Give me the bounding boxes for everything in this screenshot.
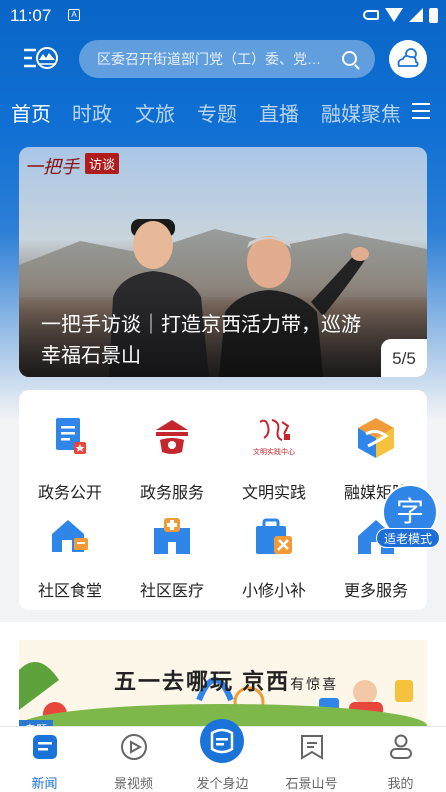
bookmark-icon xyxy=(301,735,323,760)
elderly-mode-label: 适老模式 xyxy=(376,528,440,548)
status-time: 11:07 xyxy=(10,6,52,25)
tab-live[interactable]: 直播 xyxy=(259,98,299,127)
service-gov-disclosure[interactable]: 政务公开 xyxy=(19,416,121,503)
service-community-canteen[interactable]: 社区食堂 xyxy=(19,514,121,601)
battery-icon xyxy=(429,7,438,23)
tab-home[interactable]: 首页 xyxy=(11,98,51,127)
signal-icon xyxy=(409,8,423,22)
notification-a-icon: A xyxy=(68,9,80,21)
bottom-navigation: 新闻 景视频 发个身边 石景山号 我的 xyxy=(0,719,446,792)
nav-label: 景视频 xyxy=(113,776,153,791)
service-grid: 政务公开 政务服务 文明实践中心 文明实践 融媒矩阵 社区食堂 社区医疗 小修小… xyxy=(19,390,427,610)
service-label: 政务服务 xyxy=(139,485,204,502)
media-matrix-icon xyxy=(358,418,394,458)
channel-tabs: 首页 时政 文旅 专题 直播 融媒聚焦 xyxy=(0,94,446,134)
service-label: 社区医疗 xyxy=(139,583,204,600)
app-logo-icon[interactable] xyxy=(22,42,60,74)
promo-section: 五一去哪玩 京西有惊喜 专题 xyxy=(0,622,446,740)
nav-label: 新闻 xyxy=(31,776,58,791)
tab-culture-tourism[interactable]: 文旅 xyxy=(135,98,175,127)
service-label: 文明实践 xyxy=(241,485,306,502)
banner-tag-box: 访谈 xyxy=(85,153,120,174)
service-community-medical[interactable]: 社区医疗 xyxy=(121,514,223,601)
nav-news[interactable]: 新闻 xyxy=(0,727,89,792)
service-gov-service[interactable]: 政务服务 xyxy=(121,416,223,503)
news-icon xyxy=(33,735,57,759)
system-icons xyxy=(363,7,438,23)
civilization-logo: 文明实践中心 xyxy=(253,419,295,456)
nav-label: 我的 xyxy=(387,776,414,791)
nav-profile[interactable]: 我的 xyxy=(356,727,445,792)
video-icon xyxy=(121,734,147,760)
service-label: 社区食堂 xyxy=(37,583,102,600)
medical-icon xyxy=(154,518,190,554)
search-placeholder: 区委召开街道部门党（工）委、党… xyxy=(97,51,321,67)
nav-video[interactable]: 景视频 xyxy=(89,727,178,792)
service-label: 更多服务 xyxy=(343,583,408,600)
wifi-icon xyxy=(385,8,403,22)
hero-banner[interactable]: 一把手 访谈 一把手访谈｜打造京西活力带，巡游幸福石景山 5/5 xyxy=(19,147,427,377)
banner-tag-brush: 一把手 xyxy=(25,157,79,178)
search-input[interactable]: 区委召开街道部门党（工）委、党… xyxy=(79,40,375,78)
tab-politics[interactable]: 时政 xyxy=(72,98,112,127)
nav-label: 石景山号 xyxy=(285,776,338,791)
civilization-logo-text: 文明实践中心 xyxy=(253,447,295,456)
repair-icon xyxy=(256,518,292,554)
tab-media-focus[interactable]: 融媒聚焦 xyxy=(321,98,401,127)
tab-topics[interactable]: 专题 xyxy=(197,98,237,127)
service-label: 小修小补 xyxy=(241,583,306,600)
user-icon xyxy=(390,734,412,759)
service-civilization-practice[interactable]: 文明实践中心 文明实践 xyxy=(223,416,325,503)
post-icon xyxy=(200,719,244,763)
service-small-repairs[interactable]: 小修小补 xyxy=(223,514,325,601)
search-icon[interactable] xyxy=(342,51,357,66)
weather-icon[interactable] xyxy=(389,40,427,78)
banner-pager: 5/5 xyxy=(381,339,427,377)
channel-menu-icon[interactable] xyxy=(412,103,432,121)
service-label: 政务公开 xyxy=(37,485,102,502)
elderly-mode-button[interactable]: 字 适老模式 xyxy=(376,484,440,550)
tab-strip: 首页 时政 文旅 专题 直播 融媒聚焦 xyxy=(0,94,402,134)
promo-title: 五一去哪玩 京西有惊喜 xyxy=(114,664,338,696)
document-icon xyxy=(56,418,86,454)
vpn-key-icon xyxy=(363,10,379,20)
nav-label: 发个身边 xyxy=(196,776,249,791)
app-header: 区委召开街道部门党（工）委、党… xyxy=(0,38,446,80)
government-icon xyxy=(156,420,188,454)
status-bar: 11:07 A xyxy=(0,0,446,32)
canteen-icon xyxy=(52,520,88,552)
nav-shijingshan-account[interactable]: 石景山号 xyxy=(267,727,356,792)
promo-title-main: 五一去哪玩 京西 xyxy=(114,669,291,694)
promo-title-small: 有惊喜 xyxy=(290,676,339,692)
banner-caption: 一把手访谈｜打造京西活力带，巡游幸福石景山 xyxy=(41,314,361,367)
nav-post[interactable]: 发个身边 xyxy=(178,719,267,792)
